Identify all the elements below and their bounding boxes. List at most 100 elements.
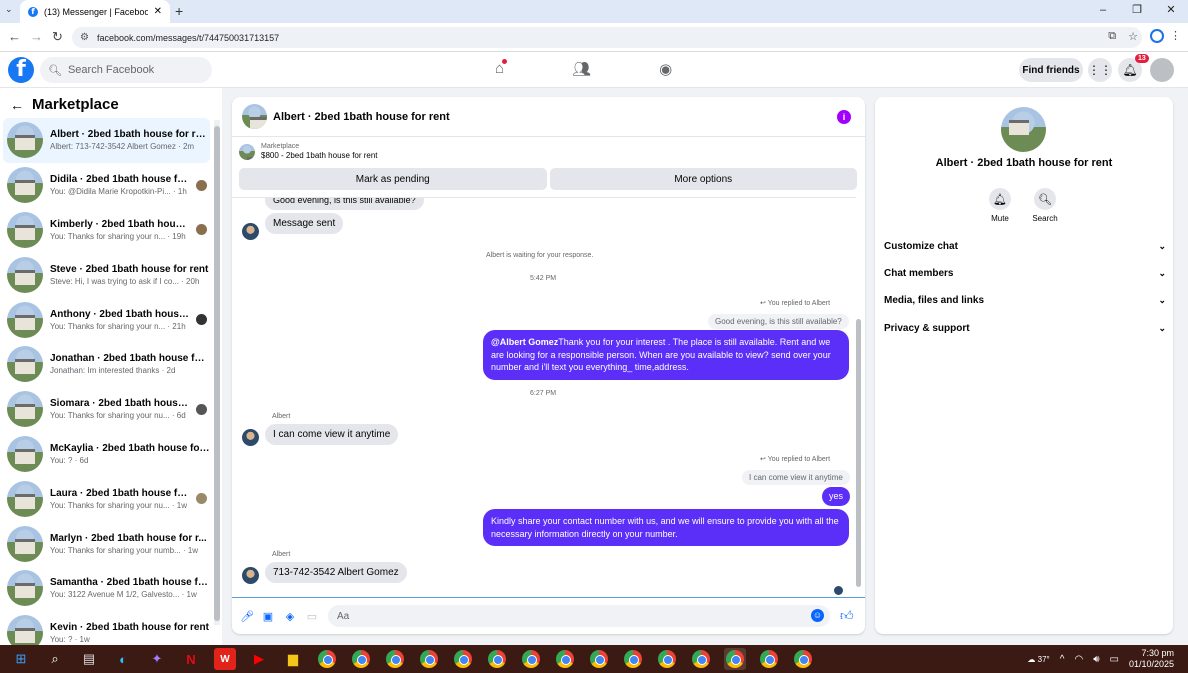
wifi-icon[interactable]: ◠ — [1074, 654, 1083, 665]
mark-as-pending-button[interactable]: Mark as pending — [239, 168, 547, 190]
address-bar-row: ← → ↻ ⚙ facebook.com/messages/t/74475003… — [0, 23, 1188, 52]
chrome-icon[interactable] — [520, 648, 542, 670]
file-explorer-icon[interactable]: ▆ — [282, 648, 304, 670]
back-arrow-icon[interactable]: ← — [8, 29, 21, 44]
conversation-scrollbar-thumb[interactable] — [214, 126, 220, 621]
site-settings-icon[interactable]: ⚙ — [80, 32, 89, 43]
conversation-item[interactable]: Samantha · 2bed 1bath house fo... You: 31… — [3, 566, 210, 611]
volume-icon[interactable]: 🔊︎ — [1093, 654, 1099, 665]
search-in-conversation-button[interactable]: 🔍︎ Search — [1025, 188, 1065, 223]
listing-thumbnail — [239, 143, 255, 160]
chrome-icon[interactable] — [350, 648, 372, 670]
privacy-support-section[interactable]: Privacy & support ⌄ — [884, 323, 1166, 334]
close-window-button[interactable]: ✕ — [1154, 0, 1188, 23]
listing-thumbnail — [7, 256, 43, 293]
chrome-icon[interactable] — [656, 648, 678, 670]
edge-icon[interactable]: ◐ — [112, 648, 134, 670]
forward-arrow-icon[interactable]: → — [30, 29, 43, 44]
reload-icon[interactable]: ↻ — [52, 29, 63, 45]
copilot-icon[interactable]: ✦ — [146, 648, 168, 670]
new-tab-button[interactable]: + — [175, 3, 183, 19]
account-avatar[interactable] — [1150, 58, 1174, 82]
chat-avatar[interactable] — [242, 104, 267, 129]
mute-button[interactable]: 🔔︎ Mute — [980, 188, 1020, 223]
thumbs-up-icon[interactable]: 👍︎ — [840, 608, 854, 624]
chrome-icon[interactable] — [316, 648, 338, 670]
search-icon[interactable]: ⌕ — [44, 648, 66, 670]
photo-icon[interactable]: ▣ — [262, 610, 274, 623]
task-view-icon[interactable]: ▤ — [78, 648, 100, 670]
conversation-name: Siomara · 2bed 1bath house f... — [50, 398, 189, 410]
conversation-item[interactable]: McKaylia · 2bed 1bath house for... You: ?… — [3, 432, 210, 477]
menu-grid-icon[interactable]: ⋮⋮ — [1088, 58, 1112, 82]
facebook-logo-icon[interactable]: f — [8, 57, 34, 83]
tab-search-icon[interactable]: ⌄ — [5, 4, 13, 15]
browser-menu-icon[interactable]: ⋮ — [1170, 29, 1181, 42]
chrome-icon[interactable] — [792, 648, 814, 670]
facebook-search-input[interactable]: 🔍︎ Search Facebook — [40, 57, 212, 83]
conversation-item[interactable]: Jonathan · 2bed 1bath house for... Jonath… — [3, 342, 210, 387]
url-bar[interactable]: ⚙ facebook.com/messages/t/74475003171315… — [72, 27, 1142, 48]
bookmark-star-icon[interactable]: ☆ — [1128, 30, 1138, 43]
conversation-item[interactable]: Didila · 2bed 1bath house for ... You: @D… — [3, 163, 210, 208]
minimize-button[interactable]: – — [1086, 0, 1120, 23]
chrome-icon[interactable] — [554, 648, 576, 670]
customize-chat-section[interactable]: Customize chat ⌄ — [884, 241, 1166, 252]
microphone-icon[interactable]: 🎤︎ — [240, 610, 254, 623]
listing-thumbnail — [7, 167, 43, 204]
conversation-item[interactable]: Siomara · 2bed 1bath house f... You: Than… — [3, 387, 210, 432]
chrome-icon[interactable] — [418, 648, 440, 670]
youtube-icon[interactable]: ▶ — [248, 648, 270, 670]
conversation-item[interactable]: Marlyn · 2bed 1bath house for r... You: T… — [3, 521, 210, 566]
install-icon[interactable]: ⧉ — [1108, 30, 1116, 43]
conversation-item[interactable]: Kevin · 2bed 1bath house for rent You: ? … — [3, 611, 210, 645]
home-icon[interactable]: ⌂ — [495, 59, 508, 78]
friends-icon[interactable]: 👥︎ — [572, 60, 591, 78]
conversation-item[interactable]: Kimberly · 2bed 1bath house f... You: Tha… — [3, 208, 210, 253]
mention[interactable]: @Albert Gomez — [491, 337, 558, 347]
clock[interactable]: 7:30 pm 01/10/2025 — [1129, 648, 1174, 670]
netflix-icon[interactable]: N — [180, 648, 202, 670]
reply-indicator-text: You replied to Albert — [767, 300, 831, 307]
back-arrow-icon[interactable]: ← — [10, 97, 24, 113]
emoji-icon[interactable]: ☺ — [811, 609, 824, 622]
marketplace-listing-banner[interactable]: Marketplace $800 - 2bed 1bath house for … — [239, 143, 378, 160]
conversation-item[interactable]: Anthony · 2bed 1bath house f... You: Than… — [3, 297, 210, 342]
chevron-up-icon[interactable]: ^ — [1060, 654, 1065, 665]
browser-profile-icon[interactable] — [1150, 29, 1164, 43]
chrome-icon[interactable] — [588, 648, 610, 670]
conversation-item[interactable]: Laura · 2bed 1bath house for r... You: Th… — [3, 476, 210, 521]
chrome-icon[interactable] — [486, 648, 508, 670]
chrome-icon[interactable] — [690, 648, 712, 670]
wps-office-icon[interactable]: W — [214, 648, 236, 670]
gif-icon[interactable]: ▭ — [306, 610, 318, 623]
tab-close-icon[interactable]: ✕ — [154, 6, 162, 17]
chrome-icon[interactable] — [452, 648, 474, 670]
chat-title[interactable]: Albert · 2bed 1bath house for rent — [273, 111, 450, 123]
conversation-item[interactable]: Steve · 2bed 1bath house for rent Steve: … — [3, 252, 210, 297]
conversation-name: Marlyn · 2bed 1bath house for r... — [50, 532, 207, 544]
weather-widget[interactable]: ☁ 37° — [1027, 655, 1049, 664]
browser-tab[interactable]: f (13) Messenger | Facebook ✕ — [20, 0, 170, 23]
conversation-item[interactable]: Albert · 2bed 1bath house for rent Albert… — [3, 118, 210, 163]
chat-members-section[interactable]: Chat members ⌄ — [884, 268, 1166, 279]
more-options-button[interactable]: More options — [549, 168, 857, 190]
groups-icon[interactable]: ◉ — [659, 60, 672, 78]
media-files-links-section[interactable]: Media, files and links ⌄ — [884, 295, 1166, 306]
chrome-icon[interactable] — [384, 648, 406, 670]
info-icon[interactable]: i — [837, 110, 851, 124]
chrome-icon[interactable] — [724, 648, 746, 670]
battery-icon[interactable]: ▭ — [1110, 654, 1119, 665]
chevron-down-icon: ⌄ — [1158, 241, 1166, 251]
conversation-name: Kevin · 2bed 1bath house for rent — [50, 622, 209, 634]
chat-scrollbar-thumb[interactable] — [856, 319, 861, 587]
maximize-button[interactable]: ❐ — [1120, 0, 1154, 23]
chrome-icon[interactable] — [758, 648, 780, 670]
message-input[interactable]: Aa ☺ — [328, 605, 830, 627]
conversation-avatar — [1001, 107, 1046, 152]
find-friends-button[interactable]: Find friends — [1019, 58, 1083, 82]
sticker-icon[interactable]: ◈ — [284, 610, 296, 623]
marketplace-conversations-panel: ← Marketplace Albert · 2bed 1bath house … — [0, 88, 222, 645]
chrome-icon[interactable] — [622, 648, 644, 670]
windows-start-icon[interactable]: ⊞ — [10, 648, 32, 670]
